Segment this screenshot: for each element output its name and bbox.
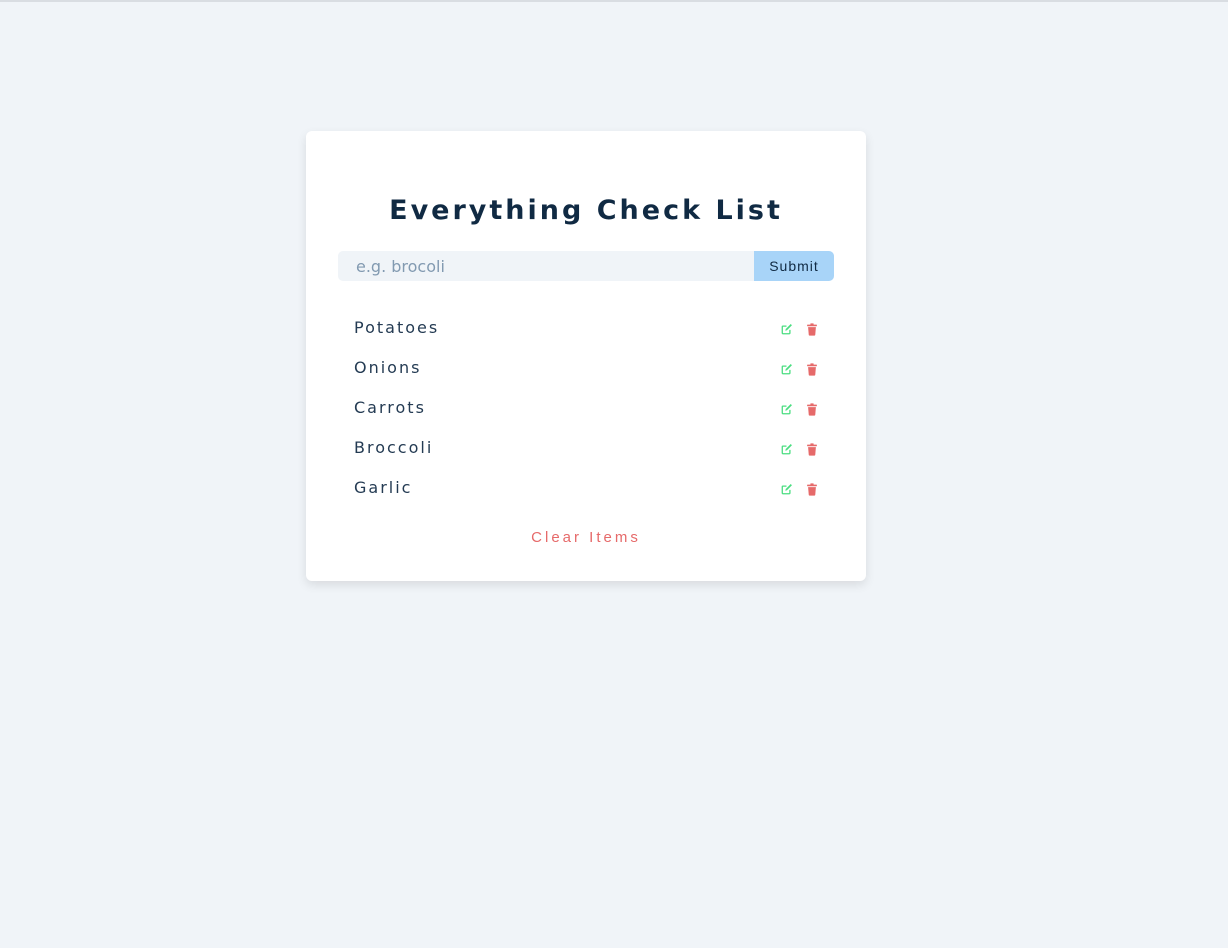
grocery-card: Everything Check List Submit Potatoes On… (306, 131, 866, 581)
item-label: Onions (354, 357, 422, 377)
edit-icon[interactable] (780, 403, 793, 416)
trash-icon[interactable] (805, 362, 818, 376)
submit-button[interactable]: Submit (754, 251, 834, 281)
list-item: Broccoli (354, 429, 818, 469)
item-actions (780, 482, 818, 496)
item-list: Potatoes Onions Carrots Broccoli Garlic (354, 309, 818, 509)
item-actions (780, 442, 818, 456)
list-item: Potatoes (354, 309, 818, 349)
item-label: Broccoli (354, 437, 434, 457)
item-actions (780, 402, 818, 416)
trash-icon[interactable] (805, 402, 818, 416)
trash-icon[interactable] (805, 482, 818, 496)
trash-icon[interactable] (805, 322, 818, 336)
page-title: Everything Check List (389, 195, 783, 226)
edit-icon[interactable] (780, 443, 793, 456)
item-label: Garlic (354, 477, 413, 497)
trash-icon[interactable] (805, 442, 818, 456)
clear-items-button[interactable]: Clear Items (306, 529, 866, 546)
item-actions (780, 322, 818, 336)
edit-icon[interactable] (780, 323, 793, 336)
list-item: Garlic (354, 469, 818, 509)
list-item: Onions (354, 349, 818, 389)
list-item: Carrots (354, 389, 818, 429)
edit-icon[interactable] (780, 363, 793, 376)
add-item-form: Submit (338, 251, 834, 281)
edit-icon[interactable] (780, 483, 793, 496)
item-label: Potatoes (354, 317, 440, 337)
item-input[interactable] (338, 251, 754, 281)
item-actions (780, 362, 818, 376)
item-label: Carrots (354, 397, 426, 417)
